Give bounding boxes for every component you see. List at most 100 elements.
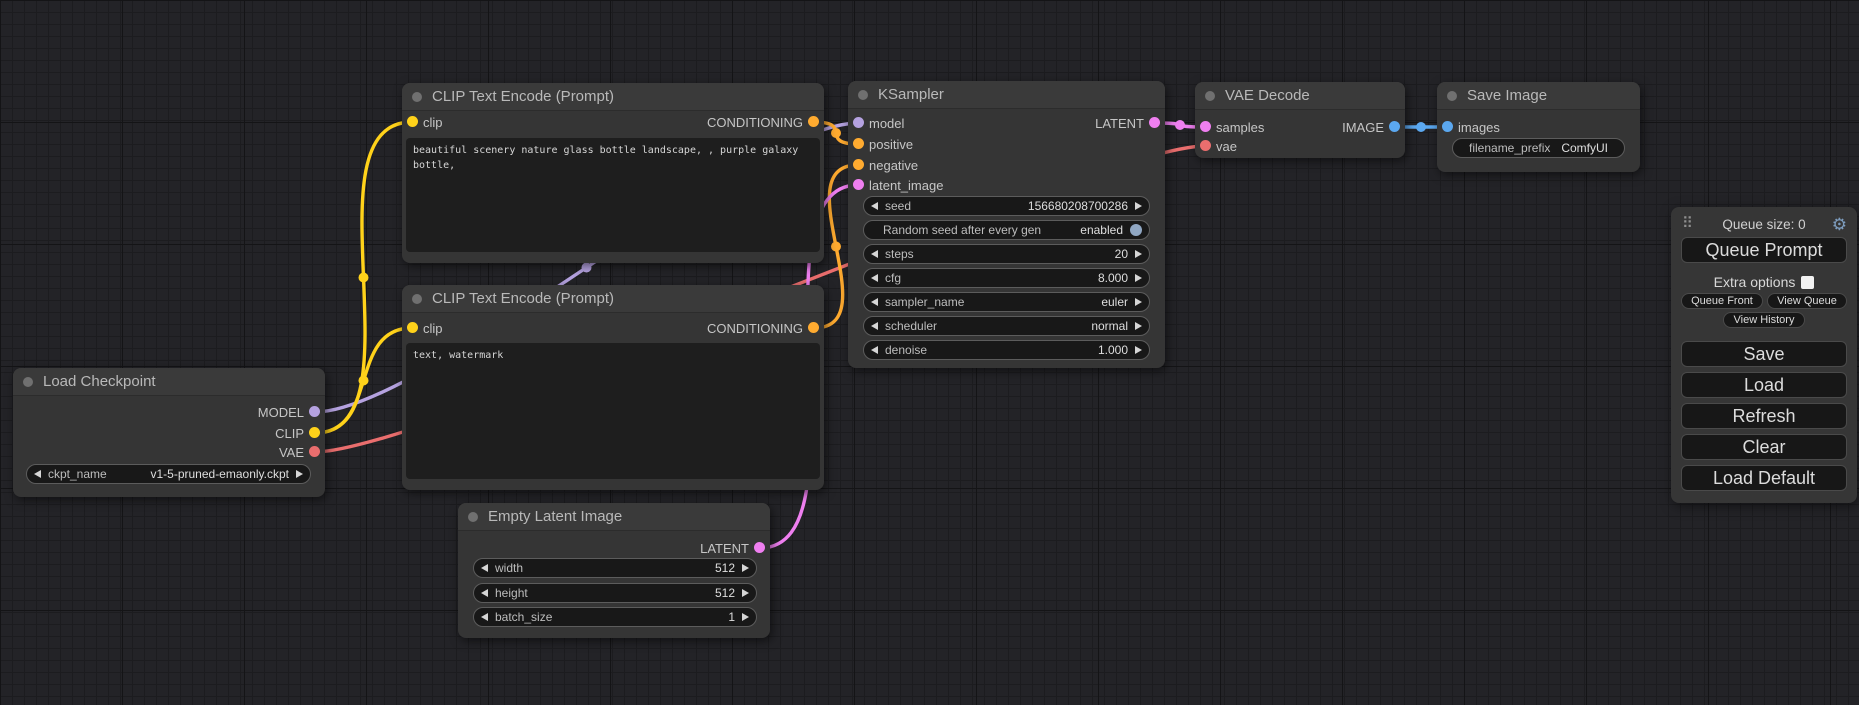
input-slot-latent_image[interactable]: latent_image xyxy=(848,176,943,194)
increment-arrow-icon[interactable] xyxy=(742,564,749,572)
node-save-image[interactable]: Save Image images filename_prefixComfyUI xyxy=(1437,82,1640,172)
widget-filename_prefix[interactable]: filename_prefixComfyUI xyxy=(1452,138,1625,158)
positive-input-dot[interactable] xyxy=(853,138,864,149)
clip-input-dot[interactable] xyxy=(407,116,418,127)
node-title-bar[interactable]: Empty Latent Image xyxy=(458,503,770,531)
load-button[interactable]: Load xyxy=(1681,372,1847,398)
node-title-bar[interactable]: KSampler xyxy=(848,81,1165,109)
negative-input-dot[interactable] xyxy=(853,159,864,170)
increment-arrow-icon[interactable] xyxy=(1135,346,1142,354)
widget-seed[interactable]: seed156680208700286 xyxy=(863,196,1150,216)
samples-input-dot[interactable] xyxy=(1200,121,1211,132)
decrement-arrow-icon[interactable] xyxy=(481,564,488,572)
toggle-on-indicator[interactable] xyxy=(1130,224,1142,236)
collapse-dot-icon[interactable] xyxy=(412,92,422,102)
vae-input-dot[interactable] xyxy=(1200,140,1211,151)
output-slot-CONDITIONING[interactable]: CONDITIONING xyxy=(707,113,824,131)
widget-steps[interactable]: steps20 xyxy=(863,244,1150,264)
CONDITIONING-output-dot[interactable] xyxy=(808,322,819,333)
node-clip-text-encode-negative[interactable]: CLIP Text Encode (Prompt) clip CONDITIONIN… xyxy=(402,285,824,490)
widget-width[interactable]: width512 xyxy=(473,558,757,578)
refresh-button[interactable]: Refresh xyxy=(1681,403,1847,429)
queue-prompt-button[interactable]: Queue Prompt xyxy=(1681,237,1847,263)
LATENT-output-dot[interactable] xyxy=(1149,117,1160,128)
link-midpoint-dot[interactable] xyxy=(359,376,369,386)
input-slot-model[interactable]: model xyxy=(848,114,904,132)
increment-arrow-icon[interactable] xyxy=(1135,322,1142,330)
input-slot-vae[interactable]: vae xyxy=(1195,137,1237,155)
link-midpoint-dot[interactable] xyxy=(831,128,841,138)
widget-sampler_name[interactable]: sampler_nameeuler xyxy=(863,292,1150,312)
input-slot-samples[interactable]: samples xyxy=(1195,118,1264,136)
widget-scheduler[interactable]: schedulernormal xyxy=(863,316,1150,336)
output-slot-CONDITIONING[interactable]: CONDITIONING xyxy=(707,319,824,337)
output-slot-VAE[interactable]: VAE xyxy=(279,443,325,461)
collapse-dot-icon[interactable] xyxy=(412,294,422,304)
CONDITIONING-output-dot[interactable] xyxy=(808,116,819,127)
save-button[interactable]: Save xyxy=(1681,341,1847,367)
input-slot-images[interactable]: images xyxy=(1437,118,1500,136)
comfyui-canvas[interactable]: { "colors": { "model": "#b5a2e0", "clip"… xyxy=(0,0,1859,705)
increment-arrow-icon[interactable] xyxy=(742,589,749,597)
input-slot-clip[interactable]: clip xyxy=(402,113,443,131)
decrement-arrow-icon[interactable] xyxy=(871,322,878,330)
input-slot-negative[interactable]: negative xyxy=(848,156,918,174)
output-slot-LATENT[interactable]: LATENT xyxy=(700,539,770,557)
prompt-textarea[interactable]: text, watermark xyxy=(406,343,820,479)
collapse-dot-icon[interactable] xyxy=(1447,91,1457,101)
IMAGE-output-dot[interactable] xyxy=(1389,121,1400,132)
prompt-textarea[interactable]: beautiful scenery nature glass bottle la… xyxy=(406,138,820,252)
clear-button[interactable]: Clear xyxy=(1681,434,1847,460)
decrement-arrow-icon[interactable] xyxy=(481,613,488,621)
link-midpoint-dot[interactable] xyxy=(582,263,592,273)
increment-arrow-icon[interactable] xyxy=(1135,250,1142,258)
widget-Random seed after every gen[interactable]: Random seed after every genenabled xyxy=(863,220,1150,240)
decrement-arrow-icon[interactable] xyxy=(871,298,878,306)
decrement-arrow-icon[interactable] xyxy=(481,589,488,597)
node-title-bar[interactable]: CLIP Text Encode (Prompt) xyxy=(402,285,824,313)
increment-arrow-icon[interactable] xyxy=(1135,202,1142,210)
LATENT-output-dot[interactable] xyxy=(754,542,765,553)
node-title-bar[interactable]: CLIP Text Encode (Prompt) xyxy=(402,83,824,111)
view-queue-button[interactable]: View Queue xyxy=(1767,293,1847,309)
node-empty-latent-image[interactable]: Empty Latent Image LATENTwidth512 height51… xyxy=(458,503,770,638)
queue-front-button[interactable]: Queue Front xyxy=(1681,293,1763,309)
collapse-dot-icon[interactable] xyxy=(1205,91,1215,101)
output-slot-IMAGE[interactable]: IMAGE xyxy=(1342,118,1405,136)
extra-options-checkbox[interactable] xyxy=(1801,276,1814,289)
collapse-dot-icon[interactable] xyxy=(858,90,868,100)
MODEL-output-dot[interactable] xyxy=(309,406,320,417)
node-title-bar[interactable]: VAE Decode xyxy=(1195,82,1405,110)
increment-arrow-icon[interactable] xyxy=(742,613,749,621)
output-slot-CLIP[interactable]: CLIP xyxy=(275,424,325,442)
decrement-arrow-icon[interactable] xyxy=(871,274,878,282)
link-midpoint-dot[interactable] xyxy=(1175,120,1185,130)
widget-ckpt_name[interactable]: ckpt_namev1-5-pruned-emaonly.ckpt xyxy=(26,464,311,484)
output-slot-LATENT[interactable]: LATENT xyxy=(1095,114,1165,132)
widget-height[interactable]: height512 xyxy=(473,583,757,603)
widget-batch_size[interactable]: batch_size1 xyxy=(473,607,757,627)
load-default-button[interactable]: Load Default xyxy=(1681,465,1847,491)
clip-input-dot[interactable] xyxy=(407,322,418,333)
node-clip-text-encode-positive[interactable]: CLIP Text Encode (Prompt) clip CONDITIONIN… xyxy=(402,83,824,263)
images-input-dot[interactable] xyxy=(1442,121,1453,132)
node-title-bar[interactable]: Load Checkpoint xyxy=(13,368,325,396)
increment-arrow-icon[interactable] xyxy=(1135,274,1142,282)
VAE-output-dot[interactable] xyxy=(309,446,320,457)
link-midpoint-dot[interactable] xyxy=(831,242,841,252)
gear-icon[interactable]: ⚙ xyxy=(1832,215,1847,234)
input-slot-clip[interactable]: clip xyxy=(402,319,443,337)
decrement-arrow-icon[interactable] xyxy=(871,202,878,210)
latent_image-input-dot[interactable] xyxy=(853,179,864,190)
decrement-arrow-icon[interactable] xyxy=(871,346,878,354)
node-load-checkpoint[interactable]: Load CheckpointMODELCLIPVAEckpt_namev1-5… xyxy=(13,368,325,497)
model-input-dot[interactable] xyxy=(853,117,864,128)
decrement-arrow-icon[interactable] xyxy=(34,470,41,478)
decrement-arrow-icon[interactable] xyxy=(871,250,878,258)
node-title-bar[interactable]: Save Image xyxy=(1437,82,1640,110)
link-midpoint-dot[interactable] xyxy=(1416,122,1426,132)
increment-arrow-icon[interactable] xyxy=(1135,298,1142,306)
CLIP-output-dot[interactable] xyxy=(309,427,320,438)
link-midpoint-dot[interactable] xyxy=(359,273,369,283)
view-history-button[interactable]: View History xyxy=(1723,312,1805,328)
